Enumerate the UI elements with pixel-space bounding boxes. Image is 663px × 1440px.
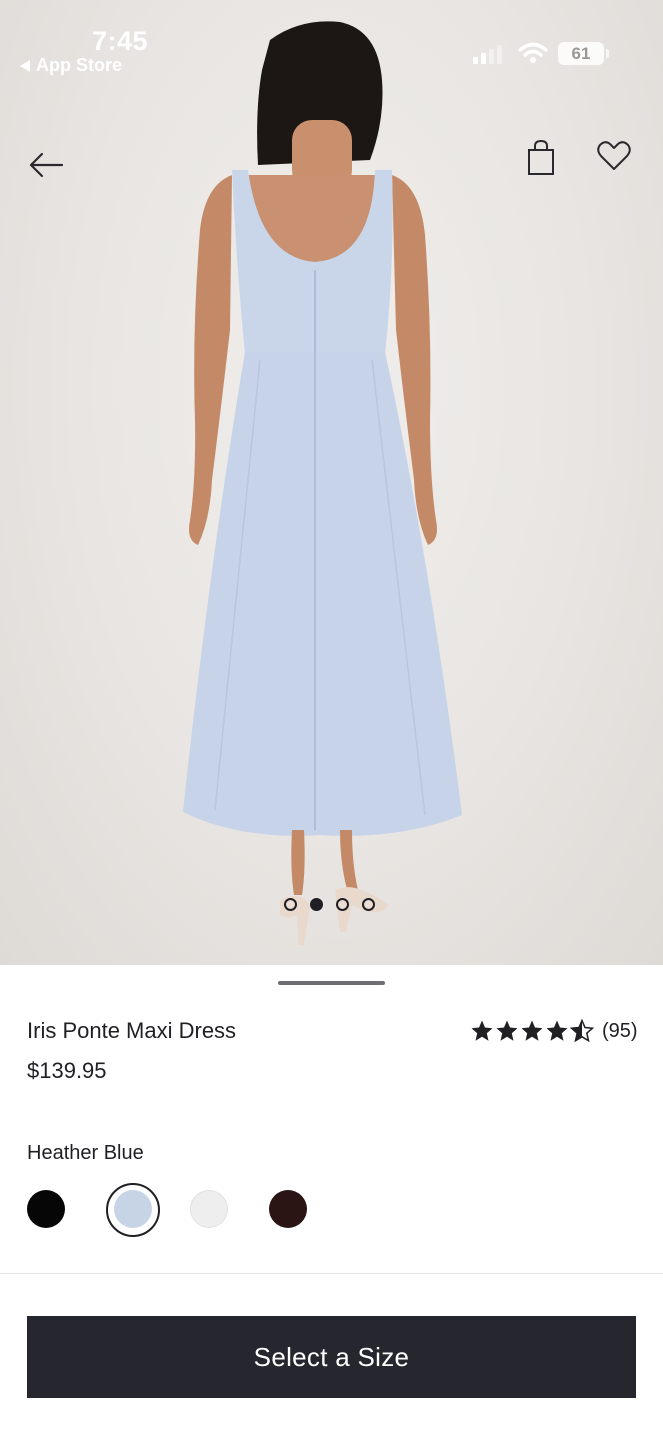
rating-count: (95) [602,1019,638,1042]
gallery-dot[interactable] [336,898,349,911]
star-filled-icon [546,1020,568,1041]
status-bar: 7:45 App Store 61 [0,0,663,90]
back-triangle-icon [20,59,30,72]
star-filled-icon [471,1020,493,1041]
back-app-label: App Store [36,55,123,75]
color-swatch-brown[interactable] [269,1190,307,1228]
star-half-icon [570,1019,594,1043]
product-rating[interactable]: (95) [470,1019,638,1043]
wifi-icon [518,42,548,63]
status-time: 7:45 [92,26,149,56]
back-to-app-store[interactable]: App Store [20,55,122,76]
product-photo [183,21,462,945]
selected-color-label: Heather Blue [27,1142,144,1164]
gallery-dot[interactable] [362,898,375,911]
select-size-button[interactable]: Select a Size [27,1316,636,1398]
star-filled-icon [521,1020,543,1041]
battery-tip [606,49,609,58]
color-swatch-black[interactable] [27,1190,65,1228]
color-swatch-heather-blue[interactable] [114,1190,152,1228]
cellular-signal-icon [473,45,502,64]
gallery-dot[interactable] [284,898,297,911]
star-filled-icon [496,1020,518,1041]
heart-outline-icon[interactable] [596,138,632,174]
gallery-dot-active[interactable] [310,898,323,911]
product-title: Iris Ponte Maxi Dress [27,1018,237,1043]
gallery-pagination [284,898,375,911]
shopping-bag-icon[interactable] [524,138,560,178]
sheet-grabber[interactable] [278,981,385,985]
product-price: $139.95 [27,1058,107,1083]
product-image-gallery[interactable]: 7:45 App Store 61 [0,0,663,965]
rating-stars [470,1019,594,1043]
battery-indicator: 61 [558,42,604,65]
arrow-left-icon[interactable] [26,145,66,185]
color-swatch-white[interactable] [190,1190,228,1228]
divider [0,1273,663,1274]
battery-level: 61 [571,43,591,63]
